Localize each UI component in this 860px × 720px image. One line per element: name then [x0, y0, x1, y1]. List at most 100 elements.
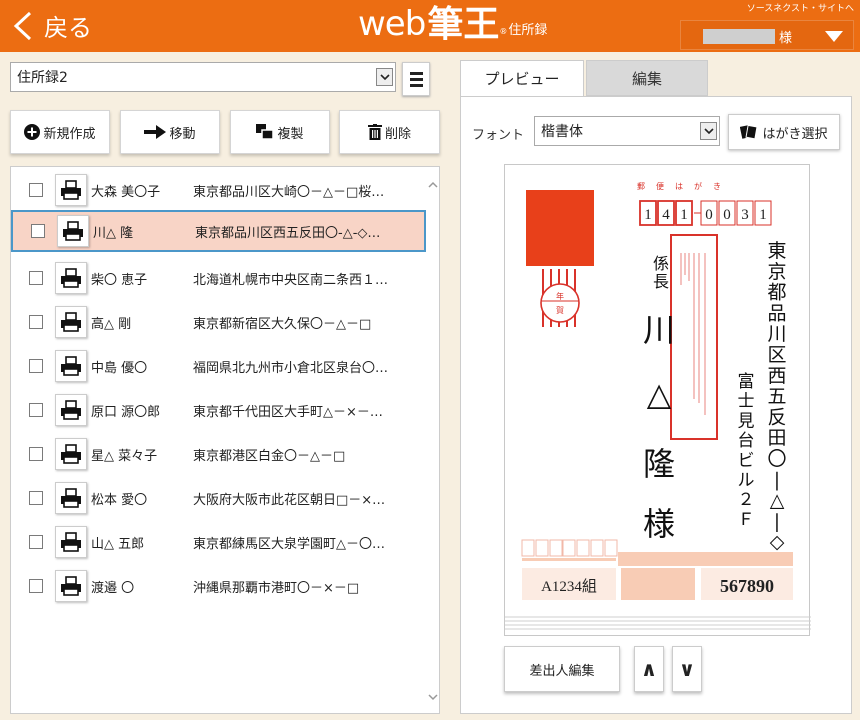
font-selected: 楷書体: [541, 124, 583, 140]
address-char: 品: [767, 302, 786, 324]
row-checkbox[interactable]: [31, 224, 45, 238]
address-book-select[interactable]: 住所録2: [10, 62, 396, 92]
postcard-select-button[interactable]: はがき選択: [728, 114, 840, 150]
delete-label: 削除: [384, 126, 411, 142]
contact-row[interactable]: 渡邉 〇 沖縄県那覇市港町〇－×－□: [11, 565, 425, 607]
up-button[interactable]: ∧: [634, 646, 664, 692]
printer-icon: [63, 221, 83, 241]
contact-name: 高△ 剛: [91, 316, 132, 332]
header-char: は: [675, 182, 683, 191]
postal-digit: 1: [644, 207, 652, 223]
delete-button[interactable]: 削除: [339, 110, 440, 154]
print-button[interactable]: [55, 306, 87, 338]
contact-address: 東京都品川区大崎〇－△－□桜…: [193, 184, 385, 200]
print-button[interactable]: [55, 350, 87, 382]
contact-row[interactable]: 中島 優〇 福岡県北九州市小倉北区泉台〇…: [11, 345, 425, 387]
contact-row[interactable]: 大森 美〇子 東京都品川区大崎〇－△－□桜…: [11, 169, 425, 211]
row-checkbox[interactable]: [29, 271, 43, 285]
postal-code: 1410031: [639, 200, 772, 226]
copy-button[interactable]: 複製: [230, 110, 330, 154]
postal-digit: 3: [741, 207, 749, 223]
sourcenext-site-link[interactable]: ソースネクスト・サイトへ: [747, 1, 854, 14]
contact-row[interactable]: 川△ 隆 東京都品川区西五反田〇-△-◇…: [11, 210, 426, 252]
tab-preview[interactable]: プレビュー: [460, 60, 584, 96]
contact-name: 柴〇 恵子: [91, 272, 148, 288]
name-char: 隆: [643, 445, 675, 483]
logo-registered: ®: [499, 27, 508, 36]
name-char: 川: [643, 311, 675, 349]
print-button[interactable]: [57, 215, 89, 247]
copy-icon: [256, 124, 275, 140]
header-char: 郵: [637, 181, 645, 191]
row-checkbox[interactable]: [29, 403, 43, 417]
title-char: 長: [653, 272, 669, 291]
row-checkbox[interactable]: [29, 491, 43, 505]
row-checkbox[interactable]: [29, 315, 43, 329]
printer-icon: [61, 268, 81, 288]
contact-row[interactable]: 原口 源〇郎 東京都千代田区大手町△－×－…: [11, 389, 425, 431]
menu-button[interactable]: [402, 62, 430, 96]
row-checkbox[interactable]: [29, 579, 43, 593]
postal-digit: 0: [723, 207, 731, 223]
new-label: 新規作成: [43, 126, 96, 142]
back-button[interactable]: 戻る: [8, 8, 92, 43]
stamp-square: [526, 190, 594, 266]
printer-icon: [61, 400, 81, 420]
new-button[interactable]: 新規作成: [10, 110, 110, 154]
lottery-number: 567890: [720, 576, 774, 596]
scroll-down-icon[interactable]: [427, 691, 439, 703]
contact-row[interactable]: 柴〇 恵子 北海道札幌市中央区南二条西１…: [11, 257, 425, 299]
contact-list[interactable]: 大森 美〇子 東京都品川区大崎〇－△－□桜… 川△ 隆 東京都品川区西五反田〇-△-◇…: [10, 166, 440, 714]
print-button[interactable]: [55, 394, 87, 426]
contact-row[interactable]: 松本 愛〇 大阪府大阪市此花区朝日□－×…: [11, 477, 425, 519]
print-button[interactable]: [55, 482, 87, 514]
postcard-canvas: 年 賀 郵便はがき 1410031 東京都品川区西五反田〇|△|◇ 富士見台ビル…: [505, 181, 811, 630]
postcard-preview[interactable]: 年 賀 郵便はがき 1410031 東京都品川区西五反田〇 | △ | ◇ 富士見台ビル…: [504, 164, 811, 636]
back-chevron-icon: [13, 11, 32, 40]
contact-row[interactable]: 星△ 菜々子 東京都港区白金〇－△－□: [11, 433, 425, 475]
scroll-up-icon[interactable]: [427, 179, 439, 191]
plus-circle-icon: [24, 124, 41, 140]
contact-address: 東京都新宿区大久保〇－△－□: [193, 316, 372, 332]
dropdown-triangle-icon: [825, 31, 843, 42]
user-name-redacted: [703, 29, 775, 44]
user-suffix: 様: [779, 31, 793, 46]
printer-icon: [61, 576, 81, 596]
bottom-boxes: [521, 539, 618, 557]
print-button[interactable]: [55, 526, 87, 558]
postal-digit: 1: [680, 207, 688, 223]
contact-row[interactable]: 山△ 五郎 東京都練馬区大泉学園町△－〇…: [11, 521, 425, 563]
down-button[interactable]: ∨: [672, 646, 702, 692]
print-button[interactable]: [55, 570, 87, 602]
address-building-char: 台: [738, 431, 755, 451]
font-select[interactable]: 楷書体: [534, 116, 720, 146]
print-button[interactable]: [55, 438, 87, 470]
address-char: 川: [767, 323, 786, 345]
contact-name: 中島 優〇: [91, 360, 148, 376]
user-menu[interactable]: 様: [680, 20, 854, 50]
tab-edit[interactable]: 編集: [586, 60, 708, 96]
move-button[interactable]: 移動: [120, 110, 220, 154]
postal-digit: 1: [759, 207, 767, 223]
contact-address: 沖縄県那覇市港町〇－×－□: [193, 580, 360, 596]
contact-name: 原口 源〇郎: [91, 404, 161, 420]
row-checkbox[interactable]: [29, 447, 43, 461]
move-label: 移動: [169, 126, 196, 142]
row-checkbox[interactable]: [29, 359, 43, 373]
postcard-header: 郵便はがき: [637, 181, 721, 191]
header-char: が: [694, 181, 702, 191]
contact-row[interactable]: 高△ 剛 東京都新宿区大久保〇－△－□: [11, 301, 425, 343]
address-char: △: [770, 490, 785, 512]
contact-address: 東京都練馬区大泉学園町△－〇…: [193, 536, 385, 552]
recipient-address: 東京都品川区西五反田〇|△|◇: [767, 240, 786, 553]
print-button[interactable]: [55, 262, 87, 294]
postcard-icon: [740, 124, 759, 140]
row-checkbox[interactable]: [29, 183, 43, 197]
address-building-char: 見: [738, 411, 755, 431]
sender-edit-button[interactable]: 差出人編集: [504, 646, 620, 692]
address-building-char: 富: [738, 372, 755, 392]
recipient-address-building: 富士見台ビル２Ｆ: [738, 372, 755, 530]
back-label: 戻る: [44, 14, 92, 42]
row-checkbox[interactable]: [29, 535, 43, 549]
print-button[interactable]: [55, 174, 87, 206]
